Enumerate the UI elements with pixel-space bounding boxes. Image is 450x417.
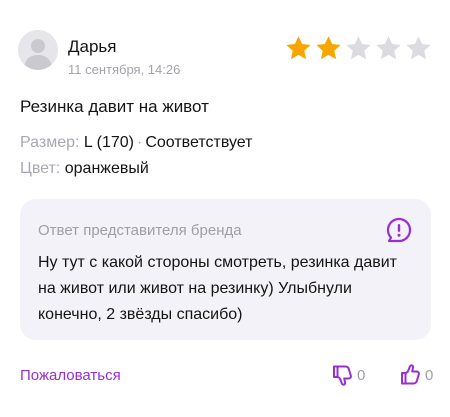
star-empty-icon <box>406 36 431 60</box>
brand-reply: Ответ представителя бренда Ну тут с како… <box>20 199 431 340</box>
thumbs-down-icon <box>333 365 352 386</box>
color-row: Цвет: оранжевый <box>20 160 149 178</box>
size-row: Размер: L (170) · Соответствует <box>20 134 252 152</box>
author-name: Дарья <box>68 37 117 56</box>
like-button[interactable]: 0 <box>398 363 433 387</box>
rating-stars <box>284 34 433 62</box>
separator-dot: · <box>137 134 143 151</box>
alert-bubble-icon[interactable] <box>385 216 413 244</box>
brand-reply-text: Ну тут с какой стороны смотреть, резинка… <box>38 254 398 323</box>
review-date: 11 сентября, 14:26 <box>68 62 181 77</box>
dislike-count: 0 <box>357 366 366 384</box>
review-text: Резинка давит на живот <box>20 97 209 116</box>
star-empty-icon <box>376 36 401 60</box>
size-label: Размер: <box>20 134 80 151</box>
size-value: L (170) <box>83 134 134 151</box>
thumbs-up-icon <box>401 364 420 385</box>
brand-reply-title: Ответ представителя бренда <box>38 222 242 239</box>
star-filled-icon <box>286 36 311 60</box>
user-silhouette-icon <box>18 30 58 70</box>
complain-link[interactable]: Пожаловаться <box>20 367 121 384</box>
star-empty-icon <box>346 36 371 60</box>
color-value: оранжевый <box>64 160 149 177</box>
like-count: 0 <box>425 366 434 384</box>
star-filled-icon <box>316 36 341 60</box>
dislike-button[interactable]: 0 <box>330 363 365 387</box>
avatar <box>18 30 58 70</box>
fit-value: Соответствует <box>145 134 253 151</box>
color-label: Цвет: <box>20 160 61 177</box>
